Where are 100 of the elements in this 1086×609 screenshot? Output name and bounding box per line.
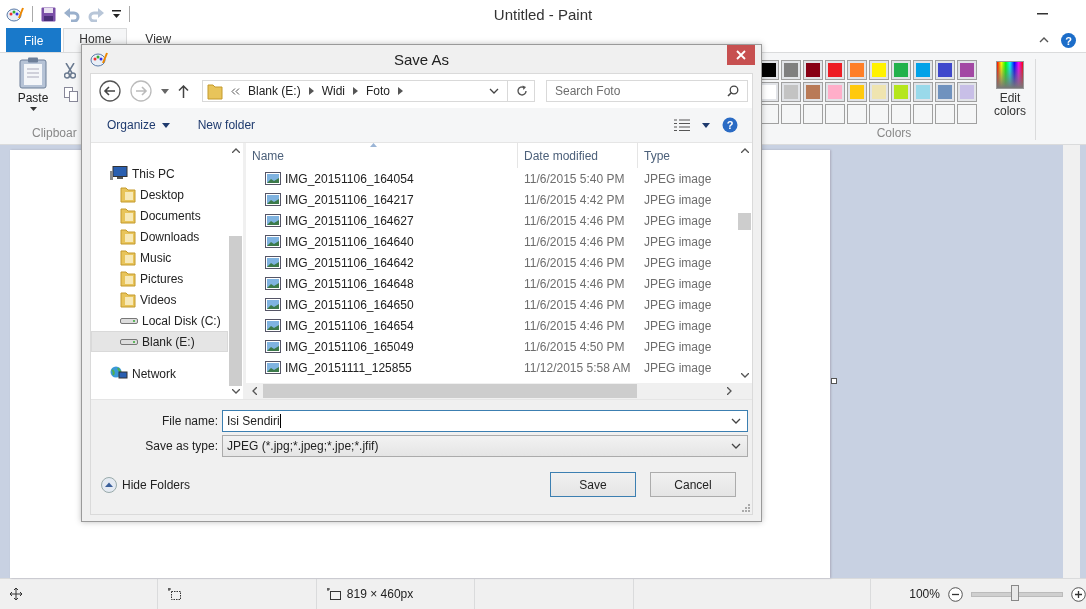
chevron-right-icon[interactable] xyxy=(398,87,404,95)
chevron-right-icon[interactable] xyxy=(308,87,314,95)
color-swatch[interactable] xyxy=(938,63,952,77)
empty-swatch[interactable] xyxy=(891,104,911,124)
dropdown-chevron-icon[interactable] xyxy=(731,417,741,424)
search-field[interactable]: Search Foto xyxy=(546,80,748,102)
scrollbar-thumb[interactable] xyxy=(738,213,751,230)
file-row[interactable]: IMG_20151106_165049 11/6/2015 4:50 PM JPEG image xyxy=(246,336,737,357)
paint-app-icon[interactable] xyxy=(6,6,24,22)
zoom-in-icon[interactable] xyxy=(1070,586,1086,602)
file-row[interactable]: IMG_20151106_164650 11/6/2015 4:46 PM JPEG image xyxy=(246,294,737,315)
collapse-ribbon-icon[interactable] xyxy=(1039,37,1049,43)
color-swatch[interactable] xyxy=(960,63,974,77)
back-icon[interactable] xyxy=(99,80,121,102)
overflow-chevron-icon[interactable] xyxy=(231,87,240,95)
empty-swatch[interactable] xyxy=(781,104,801,124)
customize-caret-icon[interactable] xyxy=(112,10,121,18)
column-header[interactable]: Date modified xyxy=(518,143,638,168)
scroll-down-icon[interactable] xyxy=(740,373,749,378)
file-row[interactable]: IMG_20151106_164054 11/6/2015 5:40 PM JPEG image xyxy=(246,168,737,189)
color-swatch[interactable] xyxy=(916,63,930,77)
color-swatch[interactable] xyxy=(894,63,908,77)
copy-icon[interactable] xyxy=(64,87,78,102)
chevron-right-icon[interactable] xyxy=(353,87,359,95)
color-swatch[interactable] xyxy=(960,85,974,99)
save-button[interactable]: Save xyxy=(550,472,636,497)
empty-swatch[interactable] xyxy=(825,104,845,124)
scroll-up-icon[interactable] xyxy=(740,148,749,153)
file-name-field[interactable]: Isi Sendiri xyxy=(222,409,748,432)
dropdown-chevron-icon[interactable] xyxy=(731,442,741,449)
vertical-scrollbar[interactable] xyxy=(1063,145,1080,578)
dropdown-chevron-icon[interactable] xyxy=(489,88,499,94)
redo-icon[interactable] xyxy=(88,6,104,22)
ribbon-tab[interactable]: View xyxy=(129,28,188,52)
empty-swatch[interactable] xyxy=(847,104,867,124)
tree-item[interactable]: Local Disk (C:) xyxy=(91,310,228,331)
zoom-slider-thumb[interactable] xyxy=(1011,584,1020,601)
scroll-left-icon[interactable] xyxy=(252,387,257,395)
file-row[interactable]: IMG_20151106_164217 11/6/2015 4:42 PM JPEG image xyxy=(246,189,737,210)
view-caret-icon[interactable] xyxy=(702,122,710,128)
column-header[interactable]: Type xyxy=(638,143,737,168)
scroll-down-icon[interactable] xyxy=(231,389,240,394)
scrollbar-thumb[interactable] xyxy=(229,236,242,386)
paste-button[interactable]: Paste xyxy=(18,57,48,111)
color-swatch[interactable] xyxy=(828,63,842,77)
empty-swatch[interactable] xyxy=(957,104,977,124)
color-swatch[interactable] xyxy=(872,85,886,99)
forward-icon[interactable] xyxy=(130,80,152,102)
organize-button[interactable]: Organize xyxy=(99,114,178,136)
color-swatch[interactable] xyxy=(916,85,930,99)
tree-item[interactable]: This PC xyxy=(91,163,228,184)
refresh-icon[interactable] xyxy=(516,85,528,97)
ribbon-tab[interactable]: File xyxy=(6,28,62,52)
file-row[interactable]: IMG_20151106_164642 11/6/2015 4:46 PM JPEG image xyxy=(246,252,737,273)
color-swatch[interactable] xyxy=(894,85,908,99)
undo-icon[interactable] xyxy=(64,6,80,22)
scroll-right-icon[interactable] xyxy=(727,387,732,395)
color-swatch[interactable] xyxy=(828,85,842,99)
tree-item[interactable]: Videos xyxy=(91,289,228,310)
resize-handle[interactable] xyxy=(831,378,837,384)
scrollbar-thumb[interactable] xyxy=(263,384,637,398)
recent-caret-icon[interactable] xyxy=(161,88,169,94)
scissors-icon[interactable] xyxy=(64,63,76,79)
color-swatch[interactable] xyxy=(806,63,820,77)
file-row[interactable]: IMG_20151111_125855 11/12/2015 5:58 AM JPEG image xyxy=(246,357,737,378)
tree-item[interactable]: Desktop xyxy=(91,184,228,205)
file-type-dropdown[interactable]: JPEG (*.jpg;*.jpeg;*.jpe;*.jfif) xyxy=(222,434,748,457)
scroll-up-icon[interactable] xyxy=(231,148,240,153)
color-swatch[interactable] xyxy=(872,63,886,77)
up-arrow-icon[interactable] xyxy=(178,84,189,98)
color-swatch[interactable] xyxy=(938,85,952,99)
empty-swatch[interactable] xyxy=(935,104,955,124)
color-swatch[interactable] xyxy=(762,63,776,77)
column-header[interactable]: Name xyxy=(246,143,518,168)
tree-item[interactable]: Documents xyxy=(91,205,228,226)
empty-swatch[interactable] xyxy=(913,104,933,124)
file-row[interactable]: IMG_20151106_164654 11/6/2015 4:46 PM JPEG image xyxy=(246,315,737,336)
file-row[interactable]: IMG_20151106_164640 11/6/2015 4:46 PM JPEG image xyxy=(246,231,737,252)
cancel-button[interactable]: Cancel xyxy=(650,472,736,497)
tree-item[interactable]: Network xyxy=(91,363,228,384)
color-swatch[interactable] xyxy=(806,85,820,99)
color-swatch[interactable] xyxy=(850,85,864,99)
color-swatch[interactable] xyxy=(784,85,798,99)
breadcrumb-item[interactable]: Foto xyxy=(366,84,391,98)
view-list-icon[interactable] xyxy=(674,119,690,131)
color-swatch[interactable] xyxy=(784,63,798,77)
save-icon[interactable] xyxy=(41,6,56,22)
help-icon[interactable]: ? xyxy=(722,117,738,133)
color-swatch[interactable] xyxy=(850,63,864,77)
address-bar[interactable]: Blank (E:) Widi Foto xyxy=(202,80,535,102)
edit-colors-button[interactable]: Edit colors xyxy=(990,61,1030,118)
tree-item[interactable]: Downloads xyxy=(91,226,228,247)
breadcrumb-item[interactable]: Widi xyxy=(321,84,346,98)
hide-folders-button[interactable]: Hide Folders xyxy=(101,476,191,493)
color-swatch[interactable] xyxy=(762,85,776,99)
tree-item[interactable]: Music xyxy=(91,247,228,268)
tree-item[interactable]: Blank (E:) xyxy=(91,331,228,352)
breadcrumb-item[interactable]: Blank (E:) xyxy=(248,84,301,98)
empty-swatch[interactable] xyxy=(869,104,889,124)
help-icon[interactable]: ? xyxy=(1061,32,1076,48)
